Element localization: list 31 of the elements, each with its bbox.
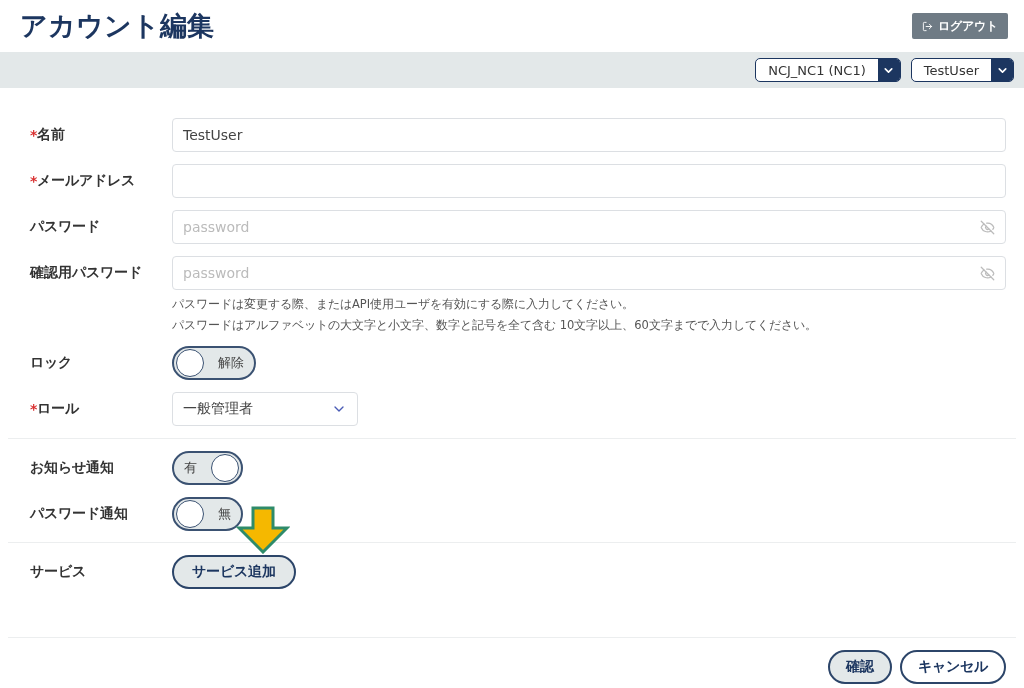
required-mark: * [30,127,38,143]
field-label: パスワード [30,218,100,236]
header-select[interactable]: NCJ_NC1 (NC1) [755,58,901,82]
hint-text: パスワードはアルファベットの大文字と小文字、数字と記号を全て含む 10文字以上、60文字までで入力してください。 [172,317,818,334]
logout-icon [922,20,933,32]
toggle-switch[interactable]: 解除 [172,346,256,380]
add-service-button[interactable]: サービス追加 [172,555,296,589]
field-label: メールアドレス [37,172,136,190]
role-select[interactable]: 一般管理者 [172,392,358,426]
eye-off-icon[interactable] [980,219,995,235]
logout-button[interactable]: ログアウト [912,13,1008,39]
field-label: お知らせ通知 [30,459,114,477]
field-label: サービス [30,563,86,581]
hint-text: パスワードは変更する際、またはAPI使用ユーザを有効にする際に入力してください。 [172,296,636,313]
cancel-button[interactable]: キャンセル [900,650,1006,684]
input-field[interactable] [172,164,1006,198]
confirm-button[interactable]: 確認 [828,650,892,684]
required-mark: * [30,173,38,189]
toggle-switch[interactable]: 無 [172,497,243,531]
field-label: 確認用パスワード [30,264,142,282]
field-label: ロール [37,400,80,418]
field-label: ロック [30,354,72,372]
input-field[interactable]: TestUser [172,118,1006,152]
header-select[interactable]: TestUser [910,58,1014,82]
eye-off-icon[interactable] [980,265,995,281]
field-label: 名前 [37,126,66,144]
page-title: アカウント編集 [20,9,214,43]
toggle-switch[interactable]: 有 [172,451,243,485]
annotation-arrow [236,506,290,554]
required-mark: * [30,401,38,417]
field-label: パスワード通知 [30,505,128,523]
